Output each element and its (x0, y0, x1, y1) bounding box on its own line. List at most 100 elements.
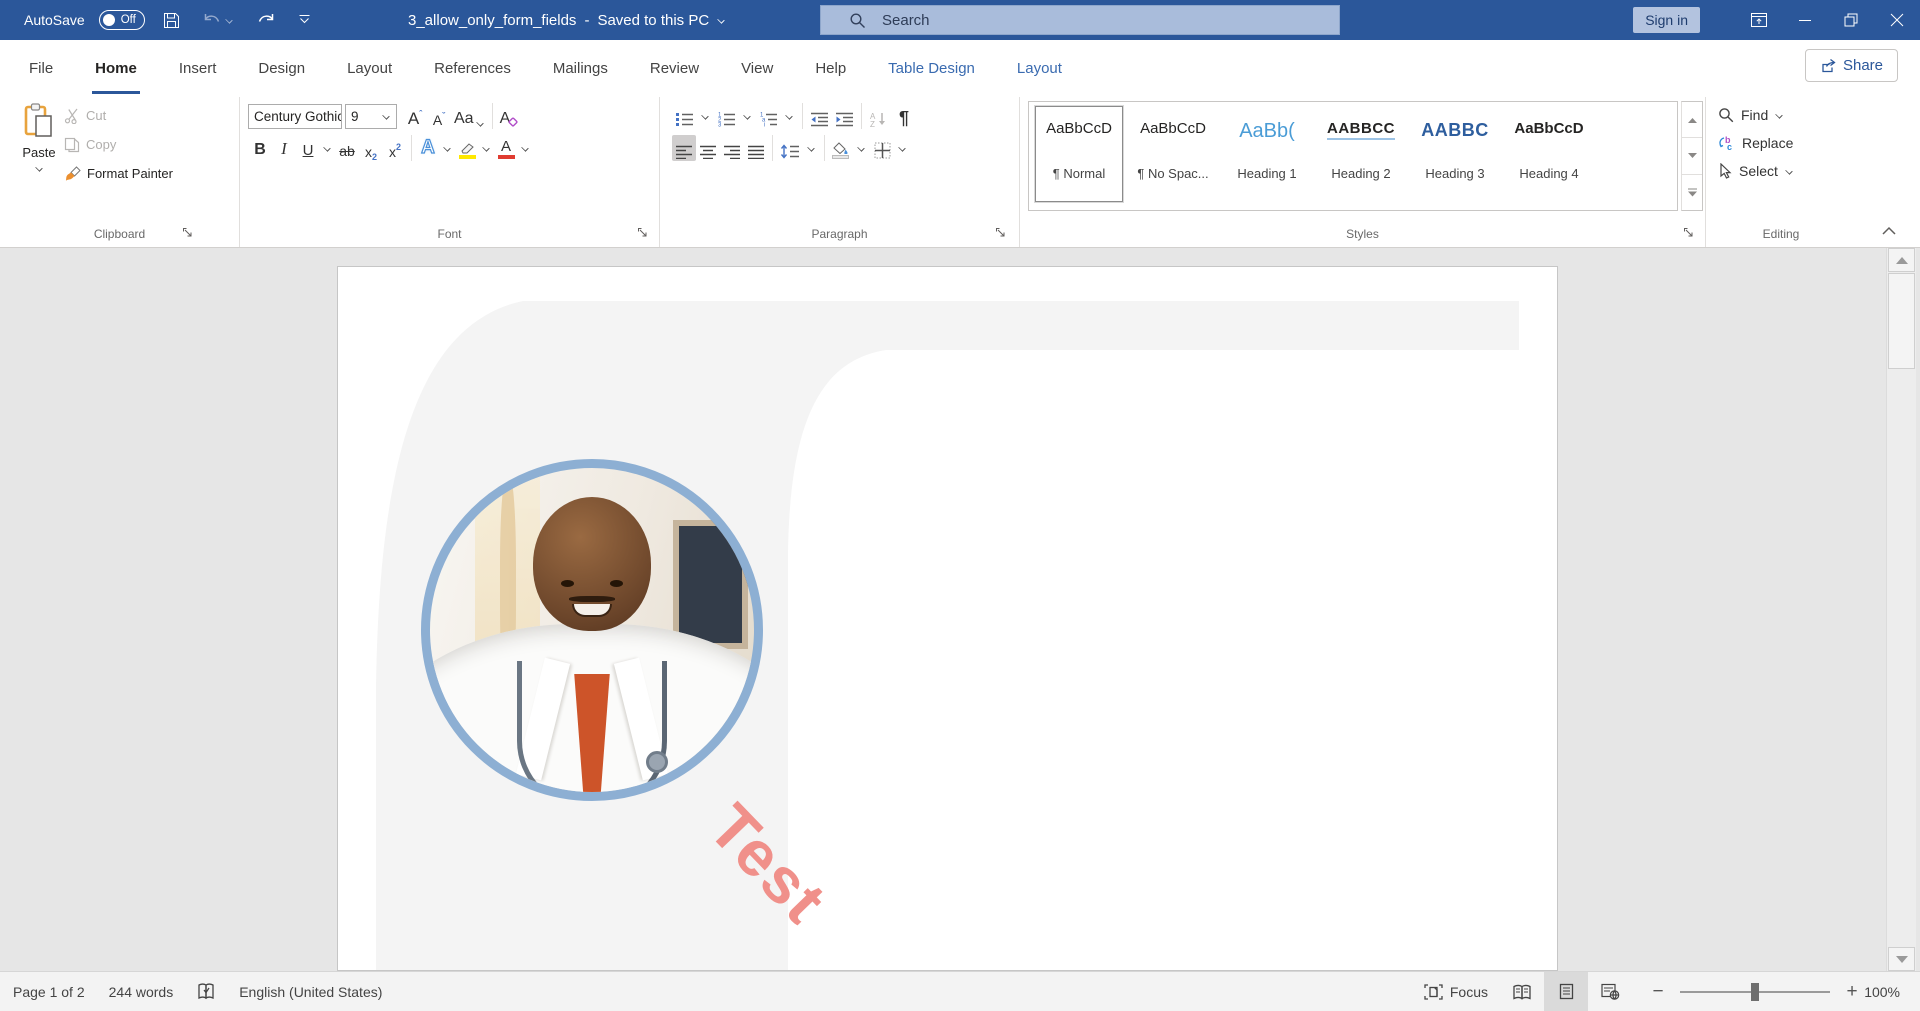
bold-button[interactable]: B (248, 135, 272, 161)
multilevel-dropdown-icon[interactable] (785, 113, 794, 120)
print-layout-button[interactable] (1544, 972, 1588, 1011)
share-button[interactable]: Share (1805, 49, 1898, 82)
styles-dialog-launcher[interactable] (1683, 227, 1697, 241)
shrink-font-button[interactable]: Aˇ (427, 103, 451, 129)
doctor-photo[interactable] (421, 459, 763, 801)
read-mode-button[interactable] (1500, 972, 1544, 1011)
align-left-button[interactable] (672, 135, 696, 161)
vertical-scrollbar[interactable] (1886, 248, 1916, 971)
tab-home[interactable]: Home (74, 40, 158, 97)
tab-table-design[interactable]: Table Design (867, 40, 996, 97)
format-painter-button[interactable]: Format Painter (64, 159, 173, 188)
scrollbar-thumb[interactable] (1888, 273, 1915, 369)
search-box[interactable] (820, 5, 1340, 35)
font-name-combo[interactable]: Century Gothic (B (248, 104, 342, 129)
font-color-dropdown-icon[interactable] (521, 145, 530, 152)
style-heading-2[interactable]: AABBCC Heading 2 (1317, 106, 1405, 202)
proofing-status[interactable] (185, 972, 227, 1011)
undo-button[interactable] (198, 8, 238, 32)
numbering-dropdown-icon[interactable] (743, 113, 752, 120)
zoom-slider-thumb[interactable] (1751, 983, 1759, 1001)
autosave-toggle[interactable]: Off (99, 10, 145, 30)
strikethrough-button[interactable]: ab (335, 135, 359, 161)
highlight-dropdown-icon[interactable] (482, 145, 491, 152)
multilevel-list-button[interactable]: 1ai (756, 103, 781, 129)
style-heading-4[interactable]: AaBbCcD Heading 4 (1505, 106, 1593, 202)
ribbon-display-options-button[interactable] (1736, 0, 1782, 40)
zoom-level[interactable]: 100% (1864, 984, 1920, 1000)
grow-font-button[interactable]: Aˆ (403, 103, 427, 129)
copy-button[interactable]: Copy (64, 130, 173, 159)
paragraph-dialog-launcher[interactable] (995, 227, 1009, 241)
page-number-status[interactable]: Page 1 of 2 (0, 972, 97, 1011)
font-color-button[interactable]: A (494, 135, 518, 161)
scroll-down-button[interactable] (1888, 947, 1915, 971)
style-no-spacing[interactable]: AaBbCcD ¶ No Spac... (1129, 106, 1217, 202)
align-right-button[interactable] (720, 135, 744, 161)
minimize-button[interactable] (1782, 0, 1828, 40)
bullets-button[interactable] (672, 103, 697, 129)
zoom-in-button[interactable]: + (1840, 981, 1864, 1003)
justify-button[interactable] (744, 135, 768, 161)
tab-review[interactable]: Review (629, 40, 720, 97)
zoom-out-button[interactable]: − (1646, 981, 1670, 1003)
search-input[interactable] (882, 12, 1262, 29)
redo-button[interactable] (252, 8, 280, 32)
sort-button[interactable]: AZ (866, 103, 892, 129)
tab-file[interactable]: File (8, 40, 74, 97)
sign-in-button[interactable]: Sign in (1633, 7, 1700, 33)
text-effects-button[interactable]: A (416, 135, 440, 161)
bullets-dropdown-icon[interactable] (701, 113, 710, 120)
language-status[interactable]: English (United States) (227, 972, 394, 1011)
show-formatting-button[interactable]: ¶ (892, 103, 916, 129)
collapse-ribbon-button[interactable] (1882, 226, 1902, 242)
zoom-slider-track[interactable] (1680, 991, 1830, 993)
italic-button[interactable]: I (272, 135, 296, 161)
tab-help[interactable]: Help (794, 40, 867, 97)
line-spacing-button[interactable] (777, 135, 803, 161)
replace-button[interactable]: bc Replace (1706, 129, 1856, 157)
web-layout-button[interactable] (1588, 972, 1632, 1011)
tab-design[interactable]: Design (237, 40, 326, 97)
text-effects-dropdown-icon[interactable] (443, 145, 452, 152)
tab-mailings[interactable]: Mailings (532, 40, 629, 97)
cut-button[interactable]: Cut (64, 101, 173, 130)
shading-button[interactable] (829, 135, 853, 161)
tab-table-layout[interactable]: Layout (996, 40, 1083, 97)
close-button[interactable] (1874, 0, 1920, 40)
subscript-button[interactable]: x2 (359, 135, 383, 161)
numbering-button[interactable]: 123 (714, 103, 739, 129)
word-count-status[interactable]: 244 words (97, 972, 186, 1011)
tab-layout[interactable]: Layout (326, 40, 413, 97)
align-center-button[interactable] (696, 135, 720, 161)
borders-button[interactable] (870, 135, 894, 161)
tab-insert[interactable]: Insert (158, 40, 238, 97)
font-dialog-launcher[interactable] (637, 227, 651, 241)
line-spacing-dropdown-icon[interactable] (807, 145, 816, 152)
save-button[interactable] (159, 8, 184, 33)
underline-button[interactable]: U (296, 135, 320, 161)
document-page[interactable]: Test (337, 266, 1558, 971)
style-heading-1[interactable]: AaBb( Heading 1 (1223, 106, 1311, 202)
style-normal[interactable]: AaBbCcD ¶ Normal (1035, 106, 1123, 202)
change-case-button[interactable]: Aa (451, 103, 488, 129)
clipboard-dialog-launcher[interactable] (182, 227, 196, 241)
paste-button[interactable]: Paste (14, 101, 64, 213)
clear-formatting-button[interactable]: A (497, 103, 522, 129)
restore-button[interactable] (1828, 0, 1874, 40)
styles-scroll-up-button[interactable] (1682, 102, 1702, 138)
shading-dropdown-icon[interactable] (857, 145, 866, 152)
focus-button[interactable]: Focus (1412, 972, 1500, 1011)
superscript-button[interactable]: x2 (383, 135, 407, 161)
select-button[interactable]: Select (1706, 157, 1856, 185)
find-button[interactable]: Find (1706, 101, 1856, 129)
font-size-combo[interactable]: 9 (345, 104, 397, 129)
borders-dropdown-icon[interactable] (898, 145, 907, 152)
style-heading-3[interactable]: AABBC Heading 3 (1411, 106, 1499, 202)
styles-scroll-down-button[interactable] (1682, 138, 1702, 174)
document-canvas[interactable]: Test (0, 248, 1920, 971)
underline-dropdown-icon[interactable] (323, 145, 332, 152)
increase-indent-button[interactable] (832, 103, 857, 129)
tab-view[interactable]: View (720, 40, 794, 97)
styles-gallery-expand-button[interactable] (1682, 175, 1702, 210)
